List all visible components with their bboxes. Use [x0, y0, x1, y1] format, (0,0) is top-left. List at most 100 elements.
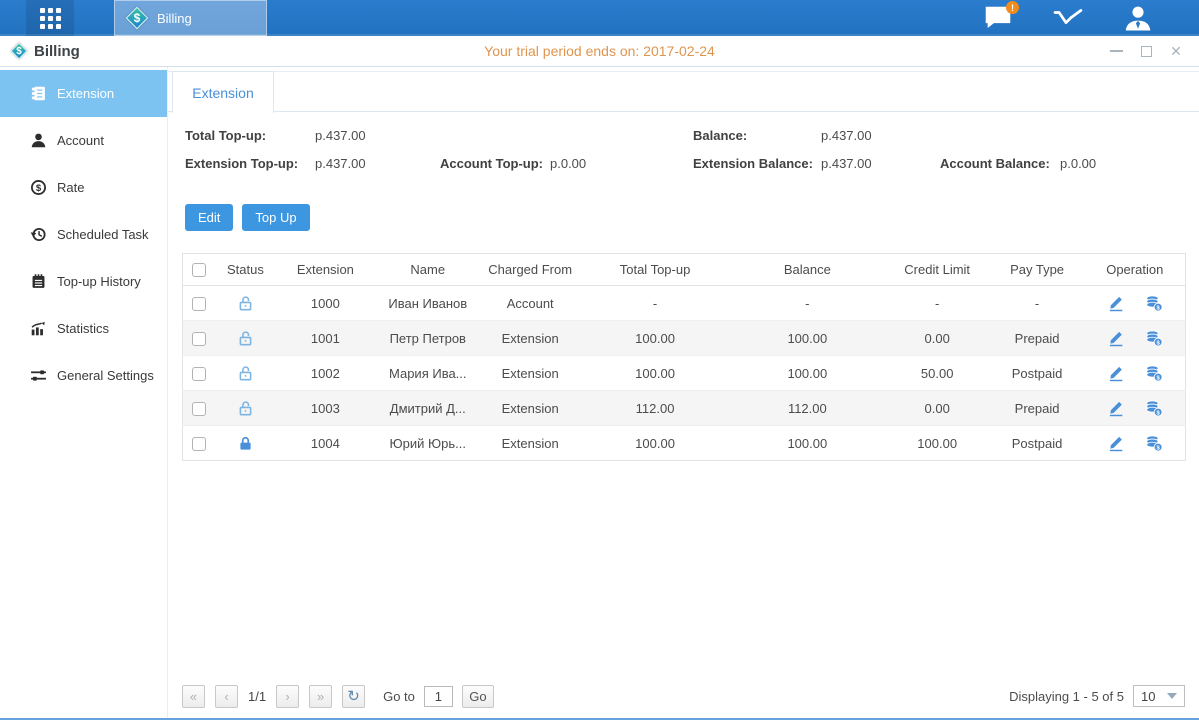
sidebar-item-rate[interactable]: $ Rate — [0, 164, 167, 211]
col-credit-limit: Credit Limit — [885, 254, 990, 286]
window-controls: ✕ — [1109, 44, 1183, 58]
app-grid-button[interactable] — [26, 0, 74, 36]
sidebar-item-label: Scheduled Task — [57, 227, 149, 242]
account-balance-value: p.0.00 — [1060, 156, 1096, 171]
cell-extension: 1000 — [275, 286, 375, 321]
cell-balance: 100.00 — [730, 356, 885, 391]
chat-button[interactable]: ! — [983, 5, 1013, 31]
edit-row-button[interactable] — [1107, 434, 1125, 452]
cell-total-topup: - — [580, 286, 730, 321]
pencil-icon — [1107, 294, 1125, 312]
chart-button[interactable] — [1053, 5, 1083, 31]
lock-status-icon — [237, 330, 254, 347]
prev-page-button[interactable]: ‹ — [215, 685, 238, 708]
col-charged-from: Charged From — [480, 254, 580, 286]
cell-credit-limit: 0.00 — [885, 391, 990, 426]
sidebar: Extension Account $ Rate Scheduled Task — [0, 67, 168, 718]
cell-name: Юрий Юрь... — [375, 426, 480, 461]
minimize-button[interactable] — [1109, 44, 1123, 58]
row-checkbox[interactable] — [192, 437, 206, 451]
table-header-row: Status Extension Name Charged From Total… — [183, 254, 1186, 286]
sidebar-item-label: General Settings — [57, 368, 154, 383]
window-title: $ Billing — [10, 42, 80, 60]
row-checkbox[interactable] — [192, 297, 206, 311]
col-balance: Balance — [730, 254, 885, 286]
cell-balance: - — [730, 286, 885, 321]
cell-extension: 1002 — [275, 356, 375, 391]
app-grid-icon — [40, 8, 61, 29]
top-up-row-button[interactable]: $ — [1145, 329, 1163, 347]
row-checkbox[interactable] — [192, 367, 206, 381]
account-topup-value: p.0.00 — [550, 156, 586, 171]
coins-icon: $ — [1145, 434, 1163, 452]
table-row: 1004 Юрий Юрь... Extension 100.00 100.00… — [183, 426, 1186, 461]
refresh-button[interactable]: ↻ — [342, 685, 365, 708]
extension-topup-label: Extension Top-up: — [185, 156, 315, 171]
sidebar-item-label: Account — [57, 133, 104, 148]
sidebar-item-account[interactable]: Account — [0, 117, 167, 164]
cell-total-topup: 100.00 — [580, 426, 730, 461]
page-indicator: 1/1 — [248, 689, 266, 704]
page-size-select[interactable]: 10 — [1133, 685, 1185, 707]
sidebar-item-statistics[interactable]: Statistics — [0, 305, 167, 352]
lock-status-icon — [237, 295, 254, 312]
cell-extension: 1004 — [275, 426, 375, 461]
close-button[interactable]: ✕ — [1169, 44, 1183, 58]
extension-topup-value: p.437.00 — [315, 156, 440, 171]
account-person-icon — [30, 132, 47, 149]
cell-charged-from: Extension — [480, 356, 580, 391]
go-button[interactable]: Go — [462, 685, 494, 708]
cell-balance: 100.00 — [730, 321, 885, 356]
row-checkbox[interactable] — [192, 332, 206, 346]
cell-credit-limit: 100.00 — [885, 426, 990, 461]
row-checkbox[interactable] — [192, 402, 206, 416]
chart-icon — [1053, 7, 1083, 29]
cell-charged-from: Extension — [480, 321, 580, 356]
edit-row-button[interactable] — [1107, 294, 1125, 312]
tab-strip: Extension — [168, 67, 1199, 112]
top-up-row-button[interactable]: $ — [1145, 294, 1163, 312]
edit-button[interactable]: Edit — [185, 204, 233, 231]
billing-diamond-icon: $ — [125, 6, 149, 30]
top-up-row-button[interactable]: $ — [1145, 364, 1163, 382]
sidebar-item-topup-history[interactable]: Top-up History — [0, 258, 167, 305]
top-up-row-button[interactable]: $ — [1145, 434, 1163, 452]
next-page-button[interactable]: › — [276, 685, 299, 708]
account-balance-label: Account Balance: — [940, 156, 1060, 171]
maximize-button[interactable] — [1139, 44, 1153, 58]
cell-balance: 100.00 — [730, 426, 885, 461]
chevron-down-icon — [1167, 693, 1177, 699]
col-pay-type: Pay Type — [990, 254, 1085, 286]
edit-row-button[interactable] — [1107, 364, 1125, 382]
goto-page-input[interactable] — [424, 686, 453, 707]
col-total-topup: Total Top-up — [580, 254, 730, 286]
table-row: 1000 Иван Иванов Account - - - - $ — [183, 286, 1186, 321]
first-page-button[interactable]: « — [182, 685, 205, 708]
select-all-checkbox[interactable] — [192, 263, 206, 277]
general-settings-sliders-icon — [30, 367, 47, 384]
goto-label: Go to — [383, 689, 415, 704]
scheduled-task-clock-icon — [30, 226, 47, 243]
topbar: $ Billing ! — [0, 0, 1199, 36]
topbar-tab-billing[interactable]: $ Billing — [114, 0, 267, 36]
displaying-text: Displaying 1 - 5 of 5 — [1009, 689, 1124, 704]
extension-table: Status Extension Name Charged From Total… — [182, 253, 1186, 461]
notification-badge: ! — [1006, 1, 1019, 14]
top-up-row-button[interactable]: $ — [1145, 399, 1163, 417]
edit-row-button[interactable] — [1107, 329, 1125, 347]
pencil-icon — [1107, 434, 1125, 452]
col-name: Name — [375, 254, 480, 286]
user-button[interactable] — [1123, 5, 1153, 31]
sidebar-item-scheduled-task[interactable]: Scheduled Task — [0, 211, 167, 258]
edit-row-button[interactable] — [1107, 399, 1125, 417]
billing-diamond-icon: $ — [10, 42, 28, 60]
sidebar-item-extension[interactable]: Extension — [0, 70, 167, 117]
balance-summary: Total Top-up: p.437.00 Balance: p.437.00… — [168, 112, 1199, 184]
cell-credit-limit: 0.00 — [885, 321, 990, 356]
sidebar-item-general-settings[interactable]: General Settings — [0, 352, 167, 399]
top-up-button[interactable]: Top Up — [242, 204, 309, 231]
total-topup-label: Total Top-up: — [185, 128, 315, 143]
last-page-button[interactable]: » — [309, 685, 332, 708]
tab-extension[interactable]: Extension — [172, 71, 274, 113]
cell-pay-type: Prepaid — [990, 321, 1085, 356]
